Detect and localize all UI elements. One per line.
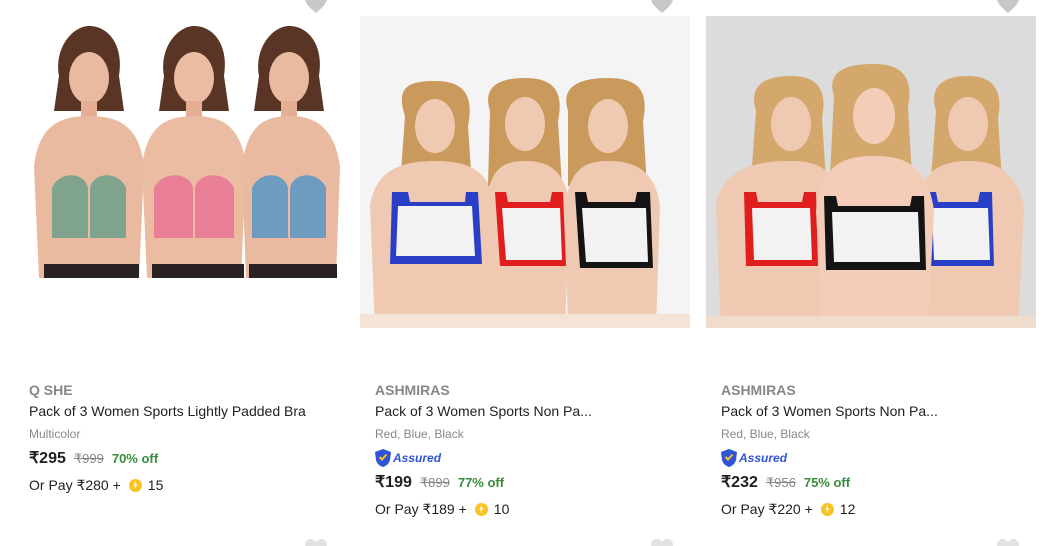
product-photo <box>706 16 1036 328</box>
product-discount: 75% off <box>803 475 851 490</box>
heart-icon[interactable] <box>996 0 1020 14</box>
pay-prefix: Or Pay ₹189 + <box>375 500 467 517</box>
pay-prefix: Or Pay ₹280 + <box>29 476 121 493</box>
product-color: Red, Blue, Black <box>721 427 810 441</box>
coin-count: 15 <box>147 477 164 493</box>
product-discount: 70% off <box>111 451 159 466</box>
product-color: Multicolor <box>29 427 81 441</box>
product-image[interactable] <box>360 16 690 328</box>
product-info[interactable]: ASHMIRAS Pack of 3 Women Sports Non Pa..… <box>721 382 1021 519</box>
product-image[interactable] <box>706 16 1036 328</box>
product-title[interactable]: Pack of 3 Women Sports Lightly Padded Br… <box>29 403 329 422</box>
heart-icon[interactable] <box>996 538 1020 546</box>
coin-count: 12 <box>839 501 856 517</box>
supercoin-offer: Or Pay ₹280 + 15 <box>29 475 329 495</box>
product-photo <box>14 16 344 328</box>
assured-label: Assured <box>393 451 442 465</box>
product-image[interactable] <box>14 16 344 328</box>
price-row: ₹232 ₹956 75% off <box>721 472 1021 494</box>
flipkart-assured-icon <box>375 449 391 467</box>
product-brand: Q SHE <box>29 382 73 398</box>
coin-count: 10 <box>493 501 510 517</box>
heart-icon[interactable] <box>650 0 674 14</box>
product-brand: ASHMIRAS <box>721 382 796 398</box>
product-title[interactable]: Pack of 3 Women Sports Non Pa... <box>375 403 675 422</box>
product-card[interactable]: Q SHE Pack of 3 Women Sports Lightly Pad… <box>0 0 346 546</box>
product-color: Red, Blue, Black <box>375 427 464 441</box>
supercoin-offer: Or Pay ₹220 + 12 <box>721 499 1021 519</box>
price-row: ₹199 ₹899 77% off <box>375 472 675 494</box>
pay-prefix: Or Pay ₹220 + <box>721 500 813 517</box>
product-discount: 77% off <box>457 475 505 490</box>
product-price: ₹199 <box>375 474 412 491</box>
product-info[interactable]: ASHMIRAS Pack of 3 Women Sports Non Pa..… <box>375 382 675 519</box>
product-info[interactable]: Q SHE Pack of 3 Women Sports Lightly Pad… <box>29 382 329 495</box>
product-mrp: ₹999 <box>73 451 104 466</box>
supercoin-icon <box>474 502 488 516</box>
product-mrp: ₹956 <box>765 475 796 490</box>
price-row: ₹295 ₹999 70% off <box>29 448 329 470</box>
product-mrp: ₹899 <box>419 475 450 490</box>
heart-icon[interactable] <box>650 538 674 546</box>
product-price: ₹232 <box>721 474 758 491</box>
supercoin-icon <box>128 478 142 492</box>
product-brand: ASHMIRAS <box>375 382 450 398</box>
assured-badge: Assured <box>721 449 1021 467</box>
product-photo <box>360 16 690 328</box>
heart-icon[interactable] <box>304 538 328 546</box>
product-grid: Q SHE Pack of 3 Women Sports Lightly Pad… <box>0 0 1043 546</box>
assured-label: Assured <box>739 451 788 465</box>
product-card[interactable]: ASHMIRAS Pack of 3 Women Sports Non Pa..… <box>692 0 1038 546</box>
product-title[interactable]: Pack of 3 Women Sports Non Pa... <box>721 403 1021 422</box>
product-card[interactable]: ASHMIRAS Pack of 3 Women Sports Non Pa..… <box>346 0 692 546</box>
heart-icon[interactable] <box>304 0 328 14</box>
product-price: ₹295 <box>29 450 66 467</box>
supercoin-offer: Or Pay ₹189 + 10 <box>375 499 675 519</box>
flipkart-assured-icon <box>721 449 737 467</box>
assured-badge: Assured <box>375 449 675 467</box>
supercoin-icon <box>820 502 834 516</box>
